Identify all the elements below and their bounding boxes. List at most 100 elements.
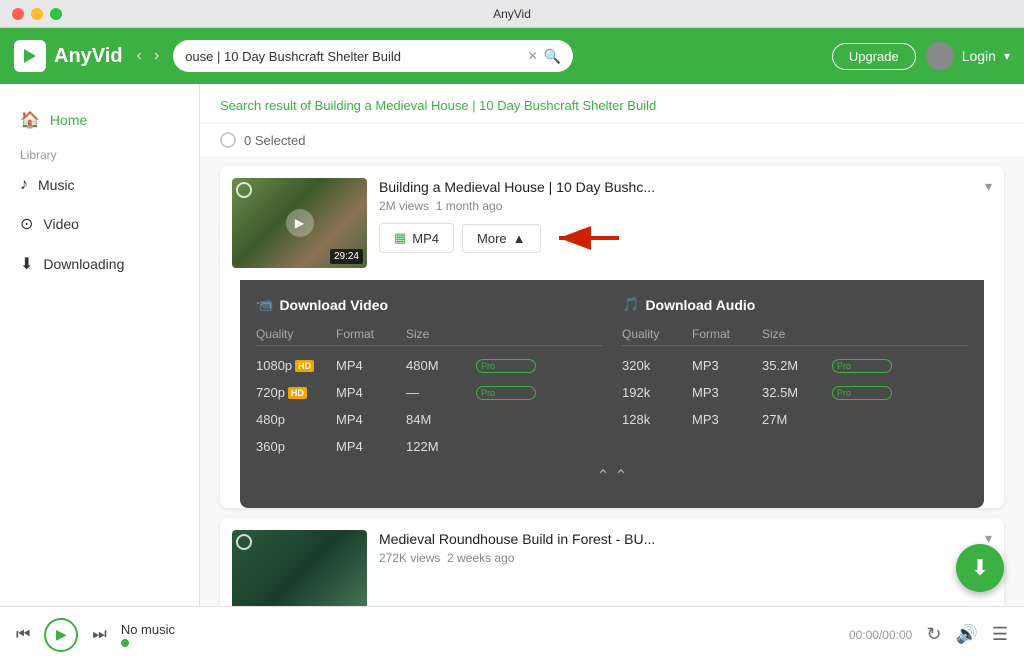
- search-result-prefix: Search result of: [220, 98, 315, 113]
- maximize-button[interactable]: [50, 8, 62, 20]
- video2-select-circle[interactable]: [236, 534, 252, 550]
- thumbnail-1: ▶ 29:24: [232, 178, 367, 268]
- more-label: More: [477, 231, 507, 246]
- sidebar-video-label: Video: [43, 216, 79, 232]
- play-overlay[interactable]: ▶: [286, 209, 314, 237]
- video-card-2: Medieval Roundhouse Build in Forest - BU…: [220, 518, 1004, 606]
- logo-icon: [14, 40, 46, 72]
- window-controls: [12, 8, 62, 20]
- nav-arrows: ‹ ›: [133, 43, 164, 69]
- download-audio-section: 🎵 Download Audio Quality Format Size 320…: [622, 296, 968, 460]
- video-views: 2M views: [379, 199, 429, 213]
- video-row-480p[interactable]: 480p MP4 84M: [256, 406, 602, 433]
- volume-icon[interactable]: 🔊: [955, 624, 977, 645]
- video-row-360p[interactable]: 360p MP4 122M: [256, 433, 602, 460]
- mp4-button[interactable]: ▦ MP4: [379, 223, 454, 253]
- avatar: [926, 42, 954, 70]
- quality-320k: 320k: [622, 358, 692, 373]
- play-button[interactable]: ▶: [44, 618, 78, 652]
- sidebar-item-downloading[interactable]: ⬇ Downloading: [0, 244, 199, 284]
- home-icon: 🏠: [20, 110, 40, 130]
- app-name: AnyVid: [54, 45, 123, 68]
- duration-badge: 29:24: [330, 249, 363, 264]
- bottom-player: ⏮ ▶ ⏭ No music 00:00/00:00 ↻ 🔊 ☰: [0, 606, 1024, 662]
- selected-count: 0 Selected: [244, 133, 305, 148]
- pro-badge-320k: Pro: [832, 359, 892, 373]
- sidebar-item-video[interactable]: ⊙ Video: [0, 204, 199, 244]
- progress-dot: [121, 639, 129, 647]
- video-actions-1: ▦ MP4 More ▲: [379, 223, 992, 253]
- repeat-icon[interactable]: ↻: [926, 624, 941, 645]
- video2-ago: 2 weeks ago: [447, 551, 514, 565]
- quality-720p: 720p HD: [256, 385, 336, 400]
- download-video-section: 📹 Download Video Quality Format Size 108…: [256, 296, 602, 460]
- video-card-1: ▶ 29:24 Building a Medieval House | 10 D…: [220, 166, 1004, 508]
- video-meta-2: 272K views 2 weeks ago: [379, 551, 992, 565]
- sidebar-library-label: Library: [0, 140, 199, 166]
- download-fab-button[interactable]: ⬇: [956, 544, 1004, 592]
- collapse-panel-button[interactable]: ⌃ ⌃: [256, 460, 968, 492]
- minimize-button[interactable]: [31, 8, 43, 20]
- sidebar-item-home[interactable]: 🏠 Home: [0, 100, 199, 140]
- search-icon[interactable]: 🔍: [544, 48, 561, 65]
- no-music-text: No music: [121, 622, 835, 637]
- thumbnail-2: [232, 530, 367, 606]
- video-title-1: Building a Medieval House | 10 Day Bushc…: [379, 179, 655, 195]
- video-dl-icon: 📹: [256, 296, 273, 313]
- forward-arrow[interactable]: ›: [150, 43, 163, 69]
- mp4-label: MP4: [412, 231, 439, 246]
- player-time: 00:00/00:00: [849, 628, 912, 642]
- expand-icon[interactable]: ▾: [985, 178, 992, 195]
- chevron-up-icon: ⌃ ⌃: [596, 466, 627, 486]
- audio-row-128k[interactable]: 128k MP3 27M: [622, 406, 968, 433]
- sidebar-home-label: Home: [50, 112, 87, 128]
- hd-badge: HD: [295, 360, 314, 372]
- pro-badge-1080p: Pro: [476, 359, 536, 373]
- video-row-720p[interactable]: 720p HD MP4 — Pro: [256, 379, 602, 406]
- chevron-down-icon: ▾: [1004, 49, 1010, 63]
- back-arrow[interactable]: ‹: [133, 43, 146, 69]
- quality-128k: 128k: [622, 412, 692, 427]
- music-icon: ♪: [20, 176, 28, 194]
- audio-table-header: Quality Format Size: [622, 323, 968, 346]
- close-button[interactable]: [12, 8, 24, 20]
- search-value: ouse | 10 Day Bushcraft Shelter Build: [185, 49, 522, 64]
- select-all-circle[interactable]: [220, 132, 236, 148]
- sidebar-item-music[interactable]: ♪ Music: [0, 166, 199, 204]
- search-clear-icon[interactable]: ✕: [528, 49, 538, 63]
- download-audio-title: 🎵 Download Audio: [622, 296, 968, 313]
- pro-badge-720p: Pro: [476, 386, 536, 400]
- logo-area: AnyVid: [14, 40, 123, 72]
- video2-views: 272K views: [379, 551, 440, 565]
- more-chevron-icon: ▲: [513, 231, 526, 246]
- search-bar[interactable]: ouse | 10 Day Bushcraft Shelter Build ✕ …: [173, 40, 573, 72]
- download-panel: 📹 Download Video Quality Format Size 108…: [240, 280, 984, 508]
- next-button[interactable]: ⏭: [92, 626, 106, 644]
- video2-title-row: Medieval Roundhouse Build in Forest - BU…: [379, 530, 992, 547]
- video-card-2-header: Medieval Roundhouse Build in Forest - BU…: [220, 518, 1004, 606]
- queue-icon[interactable]: ☰: [992, 624, 1008, 645]
- top-nav: AnyVid ‹ › ouse | 10 Day Bushcraft Shelt…: [0, 28, 1024, 84]
- video-title-2: Medieval Roundhouse Build in Forest - BU…: [379, 531, 655, 547]
- video-select-circle[interactable]: [236, 182, 252, 198]
- video-table-header: Quality Format Size: [256, 323, 602, 346]
- download-sections: 📹 Download Video Quality Format Size 108…: [256, 296, 968, 460]
- login-label: Login: [962, 48, 996, 64]
- player-info: No music: [121, 622, 835, 647]
- player-controls-right: ↻ 🔊 ☰: [926, 624, 1008, 645]
- audio-row-192k[interactable]: 192k MP3 32.5M Pro: [622, 379, 968, 406]
- video-ago: 1 month ago: [436, 199, 503, 213]
- video-meta-1: 2M views 1 month ago: [379, 199, 992, 213]
- more-button[interactable]: More ▲: [462, 224, 541, 253]
- video-row-1080p[interactable]: 1080p HD MP4 480M Pro: [256, 352, 602, 379]
- pro-badge-192k: Pro: [832, 386, 892, 400]
- prev-button[interactable]: ⏮: [16, 626, 30, 644]
- video-card-1-header: ▶ 29:24 Building a Medieval House | 10 D…: [220, 166, 1004, 280]
- audio-row-320k[interactable]: 320k MP3 35.2M Pro: [622, 352, 968, 379]
- video-icon: ⊙: [20, 214, 33, 234]
- login-area[interactable]: Login ▾: [926, 42, 1010, 70]
- upgrade-button[interactable]: Upgrade: [832, 43, 916, 70]
- hd-badge-720p: HD: [288, 387, 307, 399]
- main-layout: 🏠 Home Library ♪ Music ⊙ Video ⬇ Downloa…: [0, 84, 1024, 606]
- video-info-2: Medieval Roundhouse Build in Forest - BU…: [379, 530, 992, 575]
